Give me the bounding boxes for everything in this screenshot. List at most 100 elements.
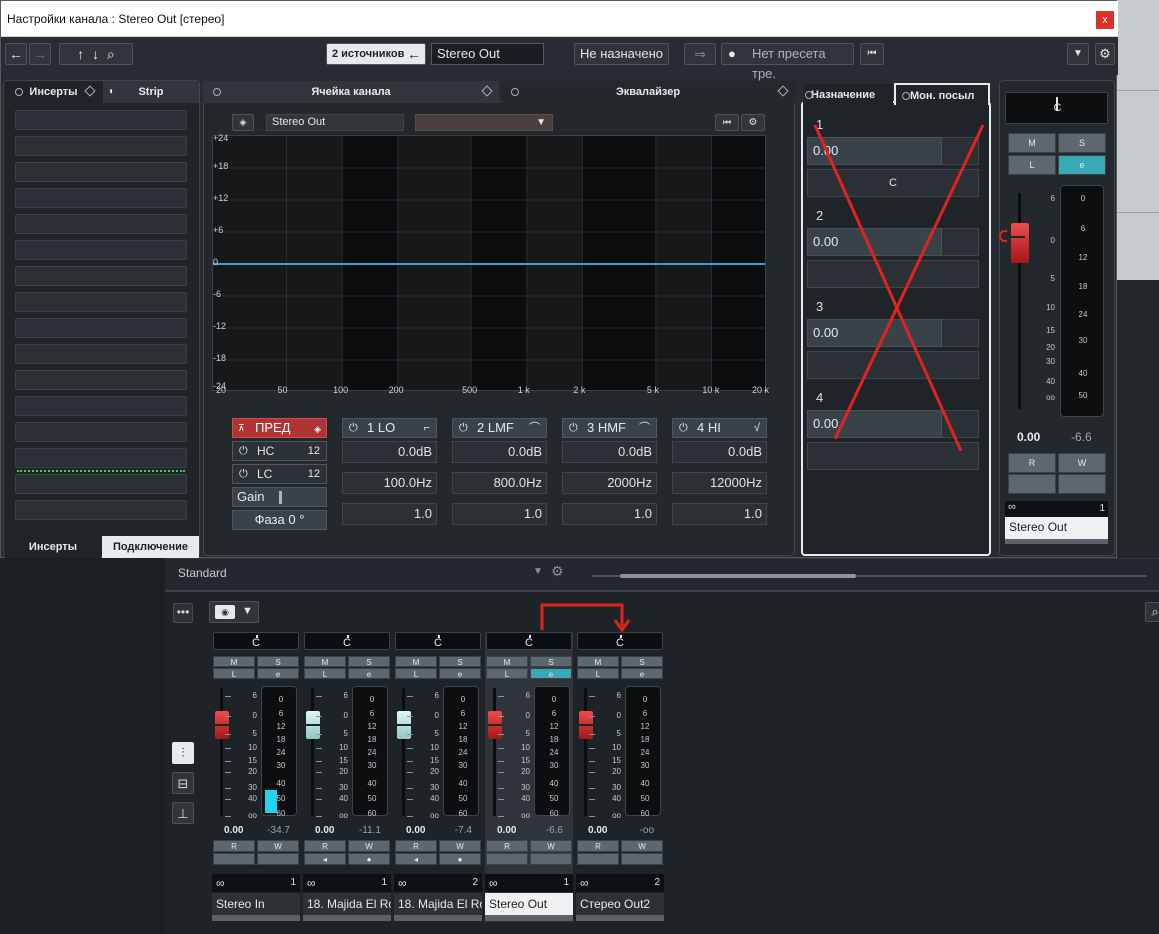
edit-button[interactable]: e <box>257 668 299 679</box>
read-button[interactable]: R <box>304 840 346 852</box>
eq-band-freq[interactable]: 12000Hz <box>672 472 767 494</box>
mute-button[interactable]: M <box>486 656 528 667</box>
pan-control[interactable]: C <box>213 632 299 650</box>
insert-slot[interactable] <box>15 214 187 234</box>
tab-inserts[interactable]: Инсерты <box>5 81 102 103</box>
write-button[interactable]: W <box>348 840 390 852</box>
insert-slot[interactable] <box>15 344 187 364</box>
edit-button[interactable]: e <box>530 668 572 679</box>
write-button[interactable]: W <box>530 840 572 852</box>
listen-button[interactable]: L <box>486 668 528 679</box>
mute-button[interactable]: M <box>1008 133 1056 153</box>
edit-button[interactable]: e <box>439 668 481 679</box>
eq-band-q[interactable]: 1.0 <box>672 503 767 525</box>
eq-band-freq[interactable]: 100.0Hz <box>342 472 437 494</box>
listen-button[interactable]: L <box>577 668 619 679</box>
up-arrow-icon[interactable]: ↑ <box>77 46 84 62</box>
search-icon[interactable]: ⌕ <box>107 46 115 62</box>
eq-band-shape-icon[interactable]: √ <box>754 419 760 437</box>
channel-name[interactable]: Stereo In <box>212 893 300 915</box>
write-button[interactable]: W <box>439 840 481 852</box>
automation-slot[interactable] <box>257 853 299 865</box>
peak-value[interactable]: -oo <box>640 825 654 836</box>
channel-name[interactable]: Stereo Out <box>1005 517 1108 539</box>
eq-preset-browse-icon[interactable]: ⏮ <box>715 114 739 131</box>
listen-button[interactable]: L <box>395 668 437 679</box>
power-icon[interactable] <box>15 88 23 96</box>
tab-strip[interactable]: ◐ Strip <box>103 81 199 103</box>
eq-band-q[interactable]: 1.0 <box>342 503 437 525</box>
insert-slot[interactable] <box>15 162 187 182</box>
insert-slot[interactable] <box>15 396 187 416</box>
sources-button[interactable]: 2 источников ← <box>326 43 426 65</box>
mute-button[interactable]: M <box>213 656 255 667</box>
hc-filter[interactable]: HC 12 <box>232 441 327 461</box>
insert-slot[interactable] <box>15 136 187 156</box>
automation-slot[interactable] <box>1008 474 1056 494</box>
eq-band-freq[interactable]: 2000Hz <box>562 472 657 494</box>
channel-name[interactable]: 18. Majida El Roumi <box>303 893 391 915</box>
fader-track[interactable] <box>311 688 314 816</box>
automation-slot[interactable] <box>530 853 572 865</box>
fader-track[interactable] <box>493 688 496 816</box>
read-button[interactable]: R <box>486 840 528 852</box>
volume-value[interactable]: 0.00 <box>1017 430 1040 444</box>
pan-control[interactable]: C <box>395 632 481 650</box>
volume-value[interactable]: 0.00 <box>315 825 334 836</box>
peak-value[interactable]: -6.6 <box>546 825 563 836</box>
pan-control[interactable]: C <box>304 632 390 650</box>
insert-slot[interactable] <box>15 370 187 390</box>
chevron-down-icon[interactable]: ▼ <box>242 605 253 617</box>
eq-band-gain[interactable]: 0.0dB <box>672 441 767 463</box>
eq-curve-display[interactable] <box>212 135 766 391</box>
gear-icon[interactable]: ⚙ <box>1095 43 1115 65</box>
down-arrow-icon[interactable]: ↓ <box>92 46 99 62</box>
power-icon[interactable] <box>213 88 221 96</box>
eq-band-gain[interactable]: 0.0dB <box>452 441 547 463</box>
solo-button[interactable]: S <box>348 656 390 667</box>
mute-button[interactable]: M <box>395 656 437 667</box>
peak-value[interactable]: -34.7 <box>267 825 290 836</box>
peak-value[interactable]: -11.1 <box>359 825 381 836</box>
routing-view-icon[interactable]: ⊟ <box>172 772 194 794</box>
insert-slot[interactable] <box>15 318 187 338</box>
volume-value[interactable]: 0.00 <box>497 825 516 836</box>
listen-button[interactable]: L <box>1008 155 1056 175</box>
edit-button[interactable]: e <box>348 668 390 679</box>
mute-button[interactable]: M <box>304 656 346 667</box>
eq-band-header[interactable]: 4 HI √ <box>672 418 767 438</box>
write-button[interactable]: W <box>257 840 299 852</box>
channel-name[interactable]: 18. Majida El Roumi <box>394 893 482 915</box>
routing-icon[interactable]: ⇒ <box>684 43 716 65</box>
volume-value[interactable]: 0.00 <box>588 825 607 836</box>
gear-icon[interactable]: ⚙ <box>741 114 765 131</box>
diamond-icon[interactable] <box>84 85 96 97</box>
record-icon[interactable]: ● <box>439 853 481 865</box>
read-button[interactable]: R <box>213 840 255 852</box>
listen-button[interactable]: L <box>213 668 255 679</box>
speaker-icon[interactable]: ◂ <box>395 853 437 865</box>
peak-value[interactable]: -7.4 <box>455 825 472 836</box>
fader-track[interactable] <box>402 688 405 816</box>
volume-value[interactable]: 0.00 <box>224 825 243 836</box>
automation-slot[interactable] <box>1058 474 1106 494</box>
solo-button[interactable]: S <box>621 656 663 667</box>
volume-value[interactable]: 0.00 <box>406 825 425 836</box>
chevron-down-icon[interactable]: ▼ <box>533 566 543 577</box>
diamond-icon[interactable] <box>777 85 789 97</box>
tab-channel-cell[interactable]: Ячейка канала <box>203 81 499 103</box>
faders-view-icon[interactable]: ⫶ <box>172 742 194 764</box>
eq-band-q[interactable]: 1.0 <box>562 503 657 525</box>
eq-band-shape-icon[interactable]: ⌒ <box>639 419 650 437</box>
channel-name-field[interactable]: Stereo Out <box>431 43 544 65</box>
tab-equalizer[interactable]: Эквалайзер <box>501 81 795 103</box>
fader-track[interactable] <box>584 688 587 816</box>
read-button[interactable]: R <box>395 840 437 852</box>
automation-slot[interactable] <box>621 853 663 865</box>
phase-button[interactable]: Фаза 0 ° <box>232 510 327 530</box>
not-assigned-button[interactable]: Не назначено <box>574 43 669 65</box>
more-options-icon[interactable]: ••• <box>173 603 193 623</box>
strip-toggle-icon[interactable]: ◐ <box>109 81 115 103</box>
tab-routing[interactable]: Назначение <box>803 84 893 106</box>
power-icon[interactable] <box>805 91 813 99</box>
